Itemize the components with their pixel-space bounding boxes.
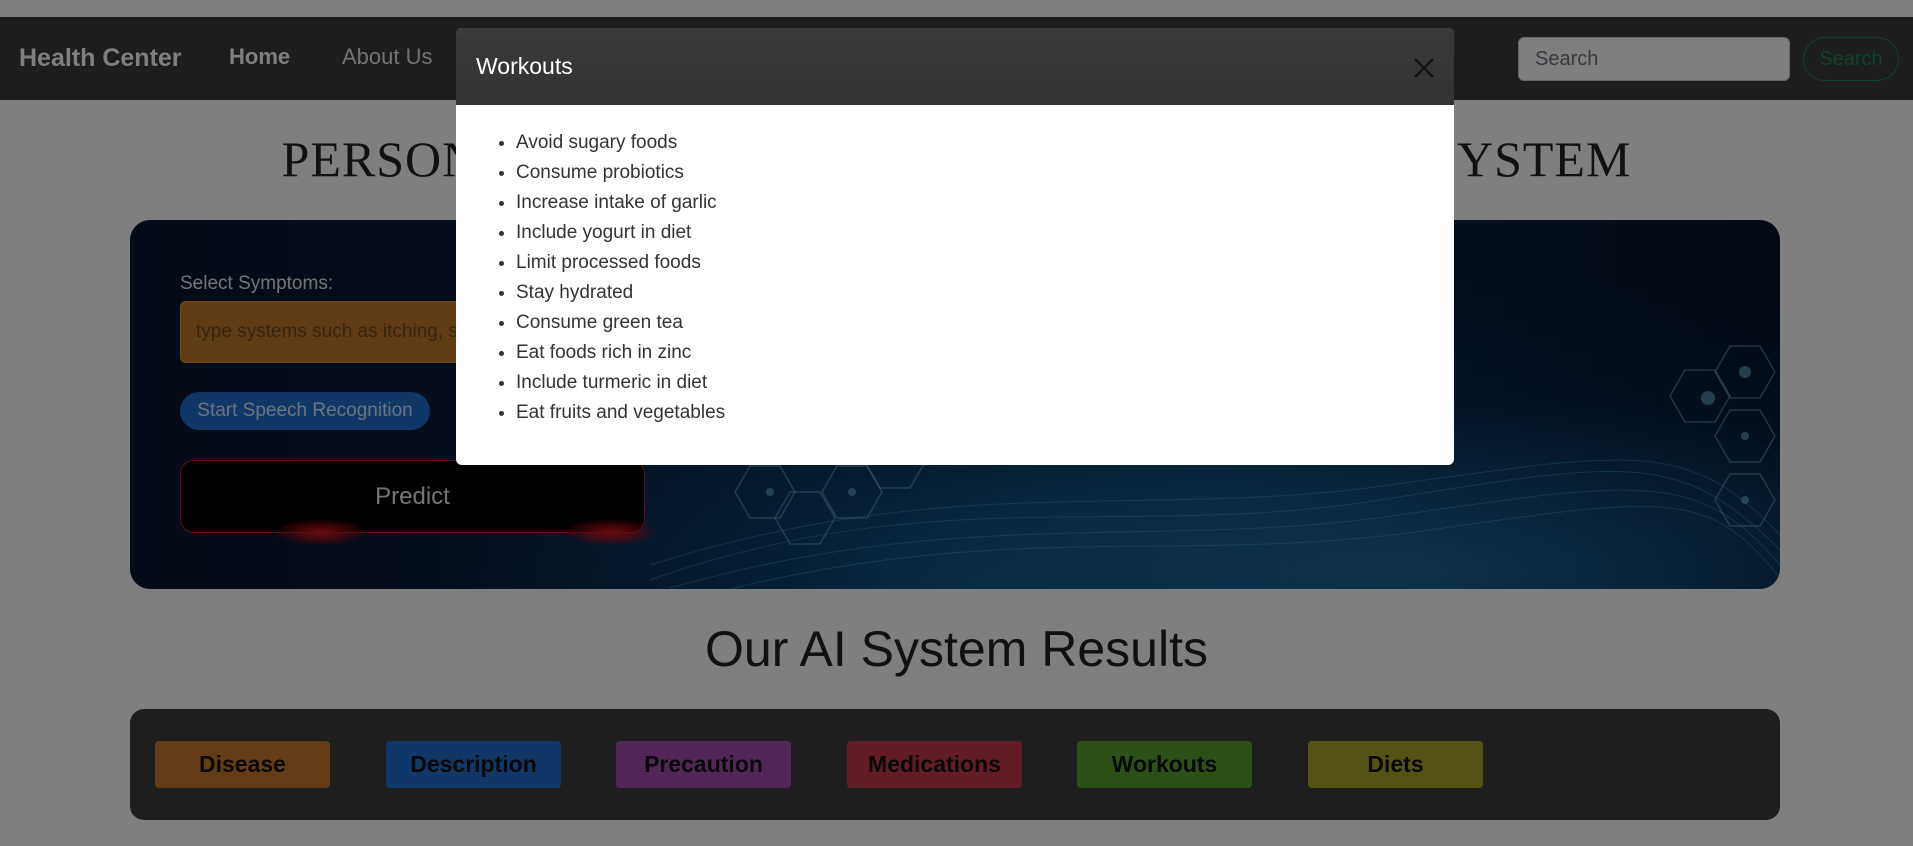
list-item: Avoid sugary foods xyxy=(516,128,725,158)
list-item: Include yogurt in diet xyxy=(516,218,725,248)
workouts-list: Avoid sugary foods Consume probiotics In… xyxy=(496,128,725,428)
close-button[interactable] xyxy=(1406,50,1442,86)
list-item: Stay hydrated xyxy=(516,278,725,308)
list-item: Consume probiotics xyxy=(516,158,725,188)
modal-title: Workouts xyxy=(476,53,573,79)
workouts-modal: Workouts Avoid sugary foods Consume prob… xyxy=(456,28,1454,465)
list-item: Eat fruits and vegetables xyxy=(516,398,725,428)
list-item: Eat foods rich in zinc xyxy=(516,338,725,368)
list-item: Limit processed foods xyxy=(516,248,725,278)
modal-header: Workouts xyxy=(456,28,1454,105)
list-item: Consume green tea xyxy=(516,308,725,338)
list-item: Increase intake of garlic xyxy=(516,188,725,218)
list-item: Include turmeric in diet xyxy=(516,368,725,398)
close-icon xyxy=(1414,58,1434,78)
